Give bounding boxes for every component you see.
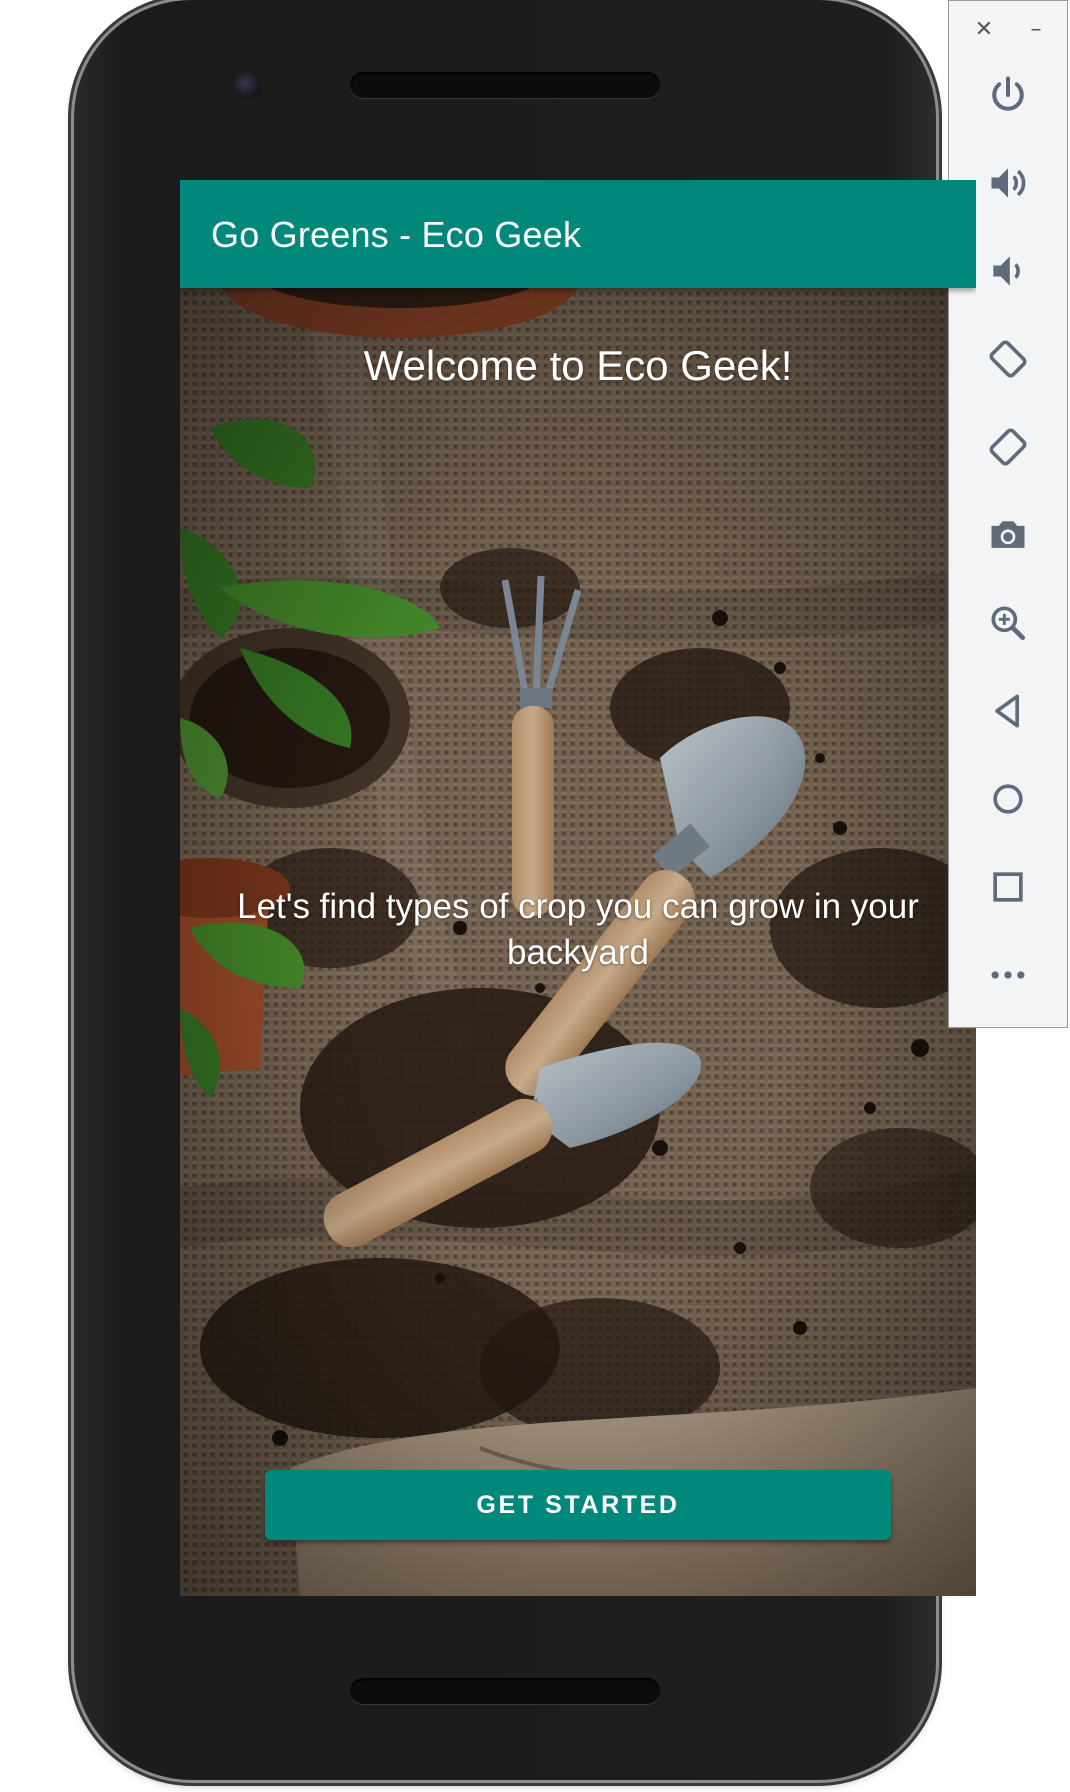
app-bar: Go Greens - Eco Geek bbox=[180, 180, 976, 288]
zoom-button[interactable] bbox=[978, 593, 1038, 653]
rotate-left-button[interactable] bbox=[978, 329, 1038, 389]
screenshot-button[interactable] bbox=[978, 505, 1038, 565]
rotate-right-button[interactable] bbox=[978, 417, 1038, 477]
overview-icon bbox=[993, 872, 1023, 902]
welcome-screen: Welcome to Eco Geek! Let's find types of… bbox=[180, 288, 976, 1596]
app-title: Go Greens - Eco Geek bbox=[211, 214, 582, 255]
back-icon bbox=[995, 694, 1019, 728]
back-button[interactable] bbox=[978, 681, 1038, 741]
volume-up-icon bbox=[991, 168, 1026, 198]
home-button[interactable] bbox=[978, 769, 1038, 829]
volume-up-button[interactable] bbox=[978, 153, 1038, 213]
more-icon bbox=[991, 971, 1025, 979]
front-camera bbox=[234, 72, 262, 100]
phone-frame: Go Greens - Eco Geek Welcome to Eco Geek… bbox=[74, 0, 976, 1780]
volume-down-button[interactable] bbox=[978, 241, 1038, 301]
zoom-icon bbox=[991, 606, 1026, 641]
rotate-right-icon bbox=[989, 428, 1027, 466]
top-speaker bbox=[350, 72, 660, 98]
rotate-left-icon bbox=[989, 340, 1027, 378]
toolbar-window-controls: ✕ – bbox=[949, 15, 1067, 45]
device-screen: Go Greens - Eco Geek Welcome to Eco Geek… bbox=[180, 180, 976, 1596]
welcome-subtitle: Let's find types of crop you can grow in… bbox=[237, 887, 919, 972]
close-window-button[interactable]: ✕ bbox=[969, 15, 999, 45]
volume-down-icon bbox=[993, 256, 1020, 286]
more-button[interactable] bbox=[978, 945, 1038, 1005]
minimize-window-button[interactable]: – bbox=[1021, 15, 1051, 45]
power-icon bbox=[992, 76, 1024, 111]
emulator-toolbar: ✕ – bbox=[948, 0, 1068, 1028]
welcome-heading: Welcome to Eco Geek! bbox=[363, 342, 793, 389]
emulator-window: Go Greens - Eco Geek Welcome to Eco Geek… bbox=[0, 0, 1070, 1792]
power-button[interactable] bbox=[978, 65, 1038, 125]
home-icon bbox=[993, 784, 1023, 814]
overview-button[interactable] bbox=[978, 857, 1038, 917]
get-started-button[interactable]: GET STARTED bbox=[265, 1470, 891, 1540]
bottom-speaker bbox=[350, 1678, 660, 1704]
camera-icon bbox=[991, 521, 1025, 548]
